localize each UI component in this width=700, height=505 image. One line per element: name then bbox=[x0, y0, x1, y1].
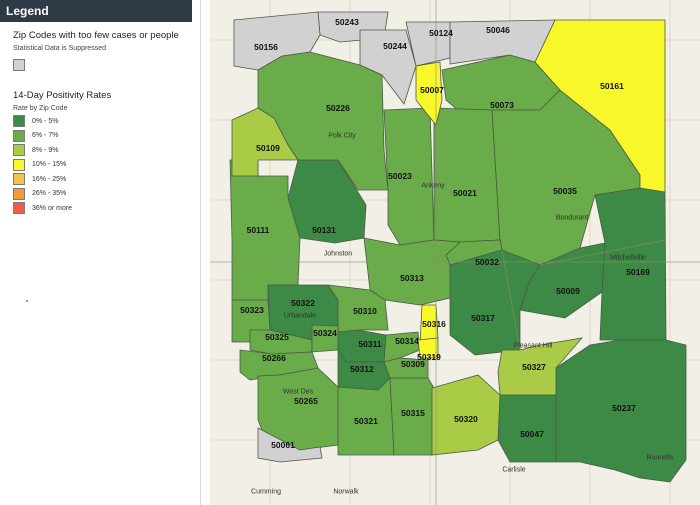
zip-label-50325: 50325 bbox=[265, 332, 289, 342]
legend-swatch bbox=[13, 115, 25, 128]
zip-area-50313[interactable] bbox=[363, 237, 461, 306]
zip-area-50021[interactable] bbox=[433, 107, 501, 243]
zip-label-50226: 50226 bbox=[326, 103, 350, 113]
place-label: Ankeny bbox=[421, 182, 445, 190]
zip-label-50161: 50161 bbox=[600, 81, 624, 91]
zip-label-50061: 50061 bbox=[271, 440, 295, 450]
zip-label-50243: 50243 bbox=[335, 17, 359, 27]
zip-label-50320: 50320 bbox=[454, 414, 478, 424]
place-label: Urbandale bbox=[283, 312, 317, 320]
legend-item-label: 36% or more bbox=[32, 204, 73, 212]
zip-label-50124: 50124 bbox=[429, 28, 453, 38]
zip-label-50073: 50073 bbox=[490, 100, 514, 110]
place-label: Carlisle bbox=[502, 466, 526, 474]
legend-item: 10% - 15% bbox=[13, 158, 200, 173]
legend-item-label: 0% - 5% bbox=[32, 117, 59, 125]
legend-item-label: 8% - 9% bbox=[32, 146, 59, 154]
zip-label-50311: 50311 bbox=[358, 339, 382, 349]
legend-body: Zip Codes with too few cases or people S… bbox=[0, 22, 200, 216]
legend-item-label: 6% - 7% bbox=[32, 132, 59, 140]
zip-label-50131: 50131 bbox=[312, 225, 336, 235]
zip-label-50046: 50046 bbox=[486, 25, 510, 35]
zip-label-50265: 50265 bbox=[294, 396, 318, 406]
zip-area-50169[interactable] bbox=[594, 187, 667, 341]
place-label: Runnells bbox=[646, 454, 674, 462]
place-label: Johnston bbox=[323, 250, 353, 258]
zip-label-50109: 50109 bbox=[256, 143, 280, 153]
legend-item: 36% or more bbox=[13, 201, 200, 216]
rates-subtitle: Rate by Zip Code bbox=[13, 105, 68, 112]
suppressed-swatch bbox=[13, 58, 25, 71]
zip-label-50023: 50023 bbox=[388, 171, 412, 181]
zip-label-50035: 50035 bbox=[553, 186, 577, 196]
legend-item-label: 16% - 25% bbox=[32, 175, 67, 183]
zip-map bbox=[210, 0, 700, 505]
zip-label-50327: 50327 bbox=[522, 362, 546, 372]
zip-label-50324: 50324 bbox=[313, 328, 337, 338]
legend-swatch bbox=[13, 187, 25, 200]
zip-label-50315: 50315 bbox=[401, 408, 425, 418]
zip-label-50156: 50156 bbox=[254, 42, 278, 52]
legend-swatch bbox=[13, 129, 25, 142]
legend-item: 0% - 5% bbox=[13, 114, 200, 129]
zip-label-50266: 50266 bbox=[262, 353, 286, 363]
zip-label-50309: 50309 bbox=[401, 359, 425, 369]
place-label: West Des bbox=[282, 388, 314, 396]
legend-item: 16% - 25% bbox=[13, 172, 200, 187]
legend-swatch bbox=[13, 202, 25, 215]
legend-item-label: 10% - 15% bbox=[32, 161, 67, 169]
zip-label-50021: 50021 bbox=[453, 188, 477, 198]
zip-label-50237: 50237 bbox=[612, 403, 636, 413]
suppressed-label: Statistical Data is Suppressed bbox=[13, 45, 106, 52]
place-label: Cumming bbox=[251, 488, 281, 496]
legend-swatch bbox=[13, 173, 25, 186]
place-label: Pleasant Hill bbox=[513, 342, 553, 350]
zip-label-50323: 50323 bbox=[240, 305, 264, 315]
legend-item-label: 26% - 35% bbox=[32, 190, 67, 198]
place-label: Mitchellville bbox=[610, 254, 646, 262]
legend-panel: Legend Zip Codes with too few cases or p… bbox=[0, 0, 201, 505]
suppressed-title: Zip Codes with too few cases or people bbox=[13, 30, 179, 41]
zip-label-50111: 50111 bbox=[246, 225, 270, 235]
legend-swatch bbox=[13, 158, 25, 171]
zip-label-50007: 50007 bbox=[420, 85, 444, 95]
legend-swatch bbox=[13, 144, 25, 157]
zip-label-50047: 50047 bbox=[520, 429, 544, 439]
legend-header: Legend bbox=[0, 0, 192, 22]
legend-item: 6% - 7% bbox=[13, 129, 200, 144]
legend-item: 26% - 35% bbox=[13, 187, 200, 202]
legend-item: 8% - 9% bbox=[13, 143, 200, 158]
place-label: Bondurant bbox=[555, 214, 589, 222]
zip-label-50321: 50321 bbox=[354, 416, 378, 426]
zip-label-50322: 50322 bbox=[291, 298, 315, 308]
zip-label-50314: 50314 bbox=[395, 336, 419, 346]
zip-label-50244: 50244 bbox=[383, 41, 407, 51]
zip-label-50312: 50312 bbox=[350, 364, 374, 374]
zip-label-50316: 50316 bbox=[422, 319, 446, 329]
legend-items: 0% - 5% 6% - 7% 8% - 9% 10% - 15% 16% - … bbox=[13, 114, 200, 216]
zip-label-50310: 50310 bbox=[353, 306, 377, 316]
place-label: Polk City bbox=[328, 132, 356, 140]
zip-label-50169: 50169 bbox=[626, 267, 650, 277]
stray-dot bbox=[26, 300, 28, 302]
zip-label-50032: 50032 bbox=[475, 257, 499, 267]
zip-label-50313: 50313 bbox=[400, 273, 424, 283]
zip-label-50317: 50317 bbox=[471, 313, 495, 323]
rates-title: 14-Day Positivity Rates bbox=[13, 90, 112, 101]
zip-label-50009: 50009 bbox=[556, 286, 580, 296]
place-label: Norwalk bbox=[333, 488, 359, 496]
map-canvas[interactable]: 50243 50156 50244 50124 50046 50161 50007 50226… bbox=[210, 0, 700, 505]
